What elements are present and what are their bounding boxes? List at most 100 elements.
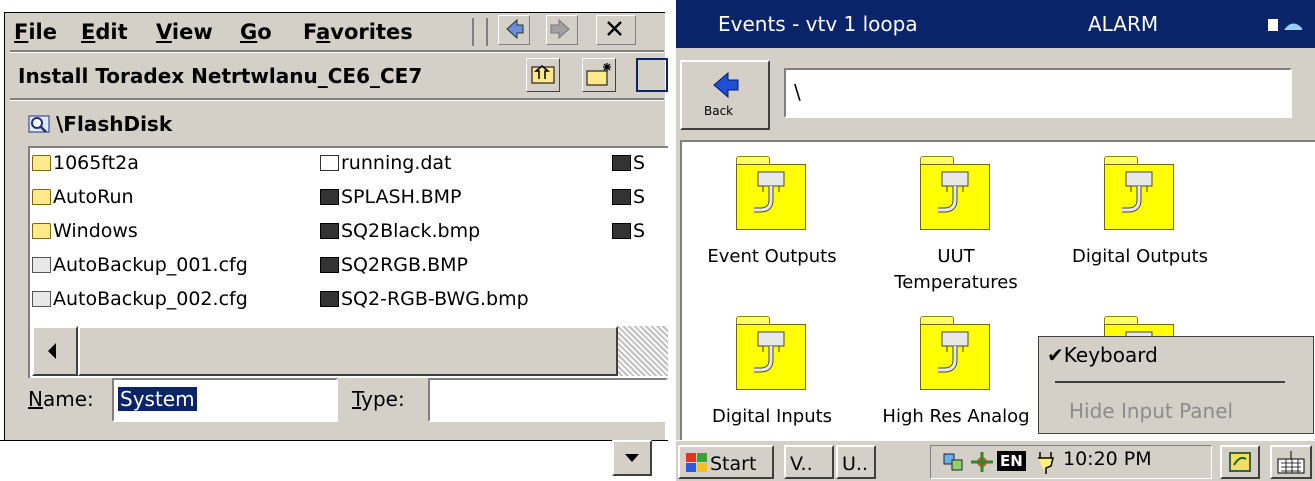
file-name: S <box>633 152 646 174</box>
bmp-file-icon <box>612 155 631 171</box>
taskbar-window-1[interactable]: V.. <box>784 445 834 479</box>
serial-port-icon <box>754 331 785 373</box>
chevron-down-icon <box>625 454 639 462</box>
menu-file[interactable]: File <box>14 20 57 44</box>
file-item[interactable]: SQ2RGB.BMP <box>320 252 468 278</box>
folder-item[interactable] <box>920 316 990 392</box>
new-folder-button[interactable] <box>582 58 616 92</box>
folder-item[interactable] <box>1104 156 1174 232</box>
start-button[interactable]: Start <box>678 445 774 479</box>
cfg-file-icon <box>32 291 51 307</box>
scroll-track[interactable] <box>618 326 668 376</box>
checkmark-icon: ✔ <box>1047 343 1064 367</box>
language-indicator[interactable]: EN <box>997 451 1026 471</box>
serial-port-icon <box>938 331 969 373</box>
folder-item[interactable] <box>736 316 806 392</box>
location-row: \FlashDisk <box>28 112 172 136</box>
file-item[interactable]: S <box>612 184 645 210</box>
desktop-button[interactable] <box>1220 445 1260 479</box>
keyboard-menu-label: Keyboard <box>1063 343 1158 367</box>
file-item[interactable]: S <box>612 218 645 244</box>
hide-input-panel-item[interactable]: Hide Input Panel <box>1069 399 1233 423</box>
menu-favorites[interactable]: Favorites <box>303 20 413 44</box>
title-divider <box>10 98 664 101</box>
menu-go[interactable]: Go <box>240 20 272 44</box>
up-folder-button[interactable] <box>526 58 560 92</box>
name-label-mnemonic: N <box>28 387 43 411</box>
name-label-rest: ame: <box>42 387 94 411</box>
file-name: SQ2-RGB-BWG.bmp <box>341 288 529 310</box>
power-plug-icon[interactable] <box>1035 450 1057 476</box>
type-label-rest: ype: <box>361 387 405 411</box>
dropdown-button[interactable] <box>612 440 652 476</box>
name-field[interactable]: System <box>112 378 338 422</box>
network-icon[interactable] <box>941 450 967 474</box>
start-label: Start <box>710 453 757 475</box>
file-item[interactable]: 1065ft2a <box>32 150 139 176</box>
folder-label: High Res Analog <box>882 406 1030 427</box>
type-label-mnemonic: T <box>352 387 362 411</box>
file-item[interactable]: SQ2Black.bmp <box>320 218 480 244</box>
system-tray: EN 10:20 PM <box>930 445 1212 479</box>
file-item[interactable]: AutoBackup_002.cfg <box>32 286 248 312</box>
folder-item[interactable] <box>736 156 806 232</box>
desktop-icon <box>1229 452 1251 472</box>
folder-item[interactable] <box>920 156 990 232</box>
file-item[interactable]: AutoRun <box>32 184 134 210</box>
taskbar-window-2[interactable]: U.. <box>836 445 876 479</box>
menu-favorites-rest: vorites <box>330 20 413 44</box>
menu-go-rest: o <box>257 20 272 44</box>
menu-edit[interactable]: Edit <box>81 20 128 44</box>
magnifier-folder-icon <box>28 115 50 133</box>
file-item[interactable]: AutoBackup_001.cfg <box>32 252 248 278</box>
scroll-thumb[interactable] <box>78 326 618 376</box>
menu-favorites-mnemonic: a <box>316 20 331 44</box>
type-field[interactable] <box>428 378 668 422</box>
up-folder-icon <box>531 65 555 84</box>
forward-arrow-icon <box>550 18 570 40</box>
file-name: 1065ft2a <box>53 152 139 174</box>
back-nav-button[interactable] <box>498 15 530 45</box>
toolbar-grip[interactable] <box>472 18 488 46</box>
file-item[interactable]: SQ2-RGB-BWG.bmp <box>320 286 529 312</box>
file-name: S <box>633 186 646 208</box>
file-name: S <box>633 220 646 242</box>
bmp-file-icon <box>612 189 631 205</box>
file-name: SPLASH.BMP <box>341 186 462 208</box>
keyboard-menu-item[interactable]: ✔Keyboard <box>1047 343 1158 367</box>
menu-edit-mnemonic: E <box>81 20 96 44</box>
forward-nav-button[interactable] <box>546 15 578 45</box>
serial-port-icon <box>938 171 969 213</box>
input-panel-button[interactable] <box>1270 445 1312 479</box>
back-arrow-icon <box>506 18 524 40</box>
keyboard-icon <box>1277 451 1305 474</box>
window-bottom-edge <box>0 440 668 441</box>
folder-label: Digital Inputs <box>711 406 833 427</box>
view-mode-button[interactable] <box>636 58 668 92</box>
file-item[interactable]: Windows <box>32 218 138 244</box>
windows-logo-icon <box>686 453 707 472</box>
menu-edit-rest: dit <box>95 20 128 44</box>
folder-label: Digital Outputs <box>1071 246 1208 267</box>
scroll-left-button[interactable] <box>32 326 78 376</box>
serial-port-icon <box>754 171 785 213</box>
folder-label: Event Outputs <box>707 246 837 267</box>
menu-view-mnemonic: V <box>156 20 172 44</box>
close-button[interactable] <box>596 15 636 45</box>
clock[interactable]: 10:20 PM <box>1063 448 1152 470</box>
file-name: AutoRun <box>53 186 134 208</box>
activesync-icon[interactable] <box>969 450 995 474</box>
name-label: Name: <box>28 387 94 411</box>
input-panel-menu: ✔Keyboard Hide Input Panel <box>1038 336 1314 434</box>
menu-view[interactable]: View <box>156 20 213 44</box>
folder-file-icon <box>32 189 51 205</box>
horizontal-scrollbar[interactable] <box>32 326 668 376</box>
file-item[interactable]: running.dat <box>320 150 452 176</box>
file-item[interactable]: SPLASH.BMP <box>320 184 461 210</box>
file-save-dialog-window: File Edit View Go Favorites Install Tora… <box>0 0 668 481</box>
file-item[interactable]: S <box>612 150 645 176</box>
file-name: AutoBackup_001.cfg <box>53 254 248 276</box>
dat-file-icon <box>320 155 339 171</box>
folder-file-icon <box>32 223 51 239</box>
menu-go-mnemonic: G <box>240 20 258 44</box>
